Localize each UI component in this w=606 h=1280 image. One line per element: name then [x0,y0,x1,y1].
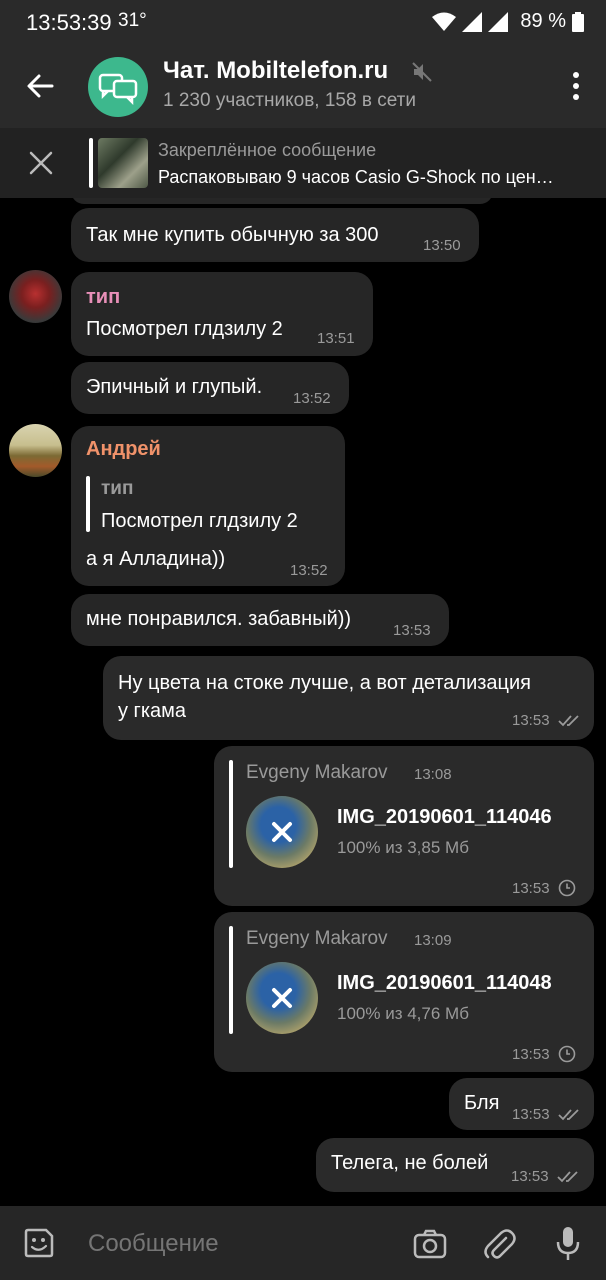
message-input-bar [0,1206,606,1280]
message-bubble[interactable]: мне понравился. забавный)) 13:53 [71,594,449,646]
message-bubble[interactable]: тип Посмотрел глдзилу 2 13:51 [71,272,373,356]
double-check-icon [558,715,579,727]
forwarded-from[interactable]: Evgeny Makarov [246,928,388,950]
message-text: мне понравился. забавный)) [86,608,352,630]
microphone-icon[interactable] [553,1224,583,1264]
file-name[interactable]: IMG_20190601_114046 [337,806,552,829]
sender-name[interactable]: Андрей [86,438,161,461]
message-bubble-outgoing[interactable]: Телега, не болей 13:53 [316,1138,594,1192]
close-icon[interactable] [28,150,54,176]
reply-bar [86,476,90,532]
pinned-text: Распаковываю 9 часов Casio G-Shock по це… [158,167,554,187]
message-text: Бля [464,1092,500,1114]
status-bar: 13:53:39 31° 89 % [0,0,606,44]
sticker-emoji-icon[interactable] [22,1226,56,1260]
message-time: 13:52 [290,562,328,579]
pinned-message-bar[interactable]: Закреплённое сообщение Распаковываю 9 ча… [0,128,606,198]
message-list[interactable]: Так мне купить обычную за 300 13:50 тип … [0,198,606,1206]
signal-icon [488,11,509,32]
forwarded-time: 13:08 [414,766,452,783]
chat-title[interactable]: Чат. Mobiltelefon.ru [163,57,388,85]
message-bubble[interactable]: Андрей тип Посмотрел глдзилу 2 а я Аллад… [71,426,345,586]
pinned-thumbnail [98,138,148,188]
status-temperature: 31° [118,10,147,31]
double-check-icon [558,1109,579,1121]
message-time: 13:53 [512,880,550,897]
battery-icon [572,11,584,32]
group-avatar[interactable] [88,57,148,117]
message-time: 13:53 [512,1106,550,1123]
message-time: 13:53 [512,712,550,729]
camera-icon[interactable] [412,1226,448,1262]
forward-bar [229,760,233,868]
pinned-label: Закреплённое сообщение [158,140,377,160]
wifi-icon [432,12,457,31]
file-thumbnail[interactable] [246,962,318,1034]
message-bubble-outgoing[interactable]: Evgeny Makarov 13:08 IMG_20190601_114046… [214,746,594,906]
cancel-download-icon[interactable] [265,815,299,849]
message-time: 13:53 [512,1046,550,1063]
user-avatar[interactable] [9,424,62,477]
message-bubble-outgoing[interactable]: Ну цвета на стоке лучше, а вот детализац… [103,656,594,740]
pinned-accent-bar [89,138,93,188]
file-size: 100% из 3,85 Мб [337,838,469,857]
message-text-line2: у гкама [118,700,187,722]
forwarded-from[interactable]: Evgeny Makarov [246,762,388,784]
status-icons: 89 % [432,10,584,33]
signal-icon [462,11,483,32]
clock-icon [558,879,576,897]
message-bubble-outgoing[interactable]: Бля 13:53 [449,1078,594,1130]
forward-bar [229,926,233,1034]
message-time: 13:50 [423,237,461,254]
user-avatar[interactable] [9,270,62,323]
message-text: Так мне купить обычную за 300 [86,224,379,246]
chat-subtitle: 1 230 участников, 158 в сети [163,90,416,111]
chat-bubbles-icon [98,73,138,106]
message-bubble[interactable]: Эпичный и глупый. 13:52 [71,362,349,414]
status-time: 13:53:39 [26,10,112,35]
message-time: 13:53 [393,622,431,639]
message-time: 13:52 [293,390,331,407]
message-bubble-outgoing[interactable]: Evgeny Makarov 13:09 IMG_20190601_114048… [214,912,594,1072]
attach-icon[interactable] [482,1226,516,1262]
clock-icon [558,1045,576,1063]
double-check-icon [557,1171,578,1183]
message-text: Посмотрел глдзилу 2 [86,318,283,340]
file-size: 100% из 4,76 Мб [337,1004,469,1023]
cancel-download-icon[interactable] [265,981,299,1015]
battery-percent: 89 % [520,10,566,32]
message-input[interactable] [88,1228,388,1260]
file-name[interactable]: IMG_20190601_114048 [337,972,552,995]
message-bubble-partial [71,198,493,204]
sender-name[interactable]: тип [86,286,120,309]
message-bubble[interactable]: Так мне купить обычную за 300 13:50 [71,208,479,262]
message-time: 13:53 [511,1168,549,1185]
reply-author[interactable]: тип [101,478,133,500]
message-time: 13:51 [317,330,355,347]
forwarded-time: 13:09 [414,932,452,949]
message-text: а я Алладина)) [86,548,226,570]
message-text: Эпичный и глупый. [86,376,263,398]
message-text: Телега, не болей [331,1152,489,1174]
muted-icon [412,62,432,82]
back-arrow-icon[interactable] [22,68,58,104]
chat-header: Чат. Mobiltelefon.ru 1 230 участников, 1… [0,44,606,128]
more-menu-icon[interactable] [570,72,582,102]
reply-text[interactable]: Посмотрел глдзилу 2 [101,510,298,533]
message-text-line1: Ну цвета на стоке лучше, а вот детализац… [118,672,531,694]
file-thumbnail[interactable] [246,796,318,868]
